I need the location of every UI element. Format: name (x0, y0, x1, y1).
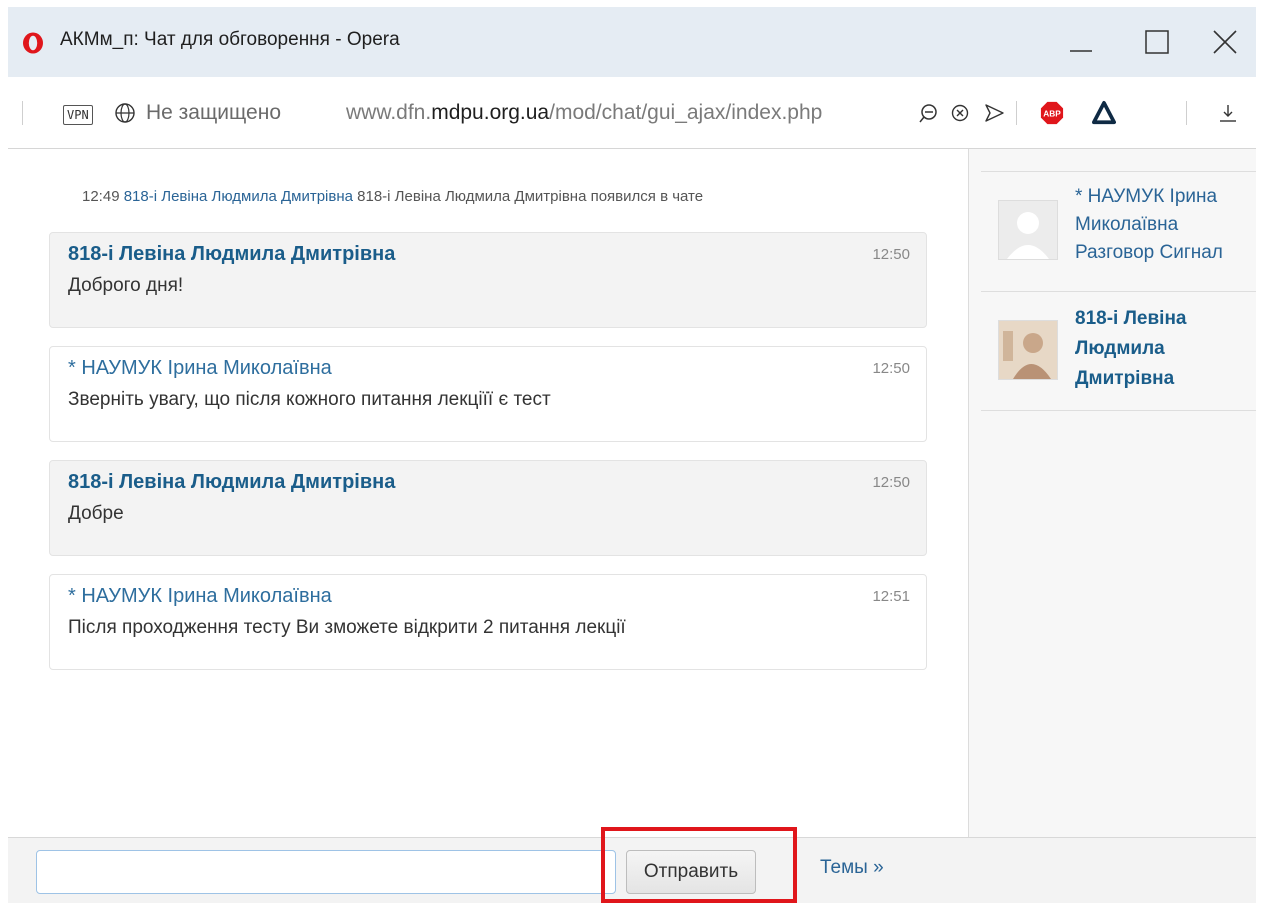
message-author[interactable]: * НАУМУК Ірина Миколаївна (68, 357, 332, 380)
user-list-item[interactable]: 818-і Левіна Людмила Дмитрівна (981, 291, 1256, 411)
adblock-plus-icon: ABP (1040, 101, 1064, 125)
user-photo-icon (999, 321, 1057, 379)
triangle-extension-icon (1092, 101, 1116, 125)
user-name-line[interactable]: 818-і Левіна (1075, 306, 1187, 332)
message-author[interactable]: 818-і Левіна Людмила Дмитрівна (68, 471, 395, 494)
user-list-item[interactable]: * НАУМУК Ірина Миколаївна Разговор Сигна… (981, 171, 1256, 291)
message-author[interactable]: 818-і Левіна Людмила Дмитрівна (68, 243, 395, 266)
chat-messages-pane[interactable]: 12:49 818-і Левіна Людмила Дмитрівна 818… (8, 149, 968, 837)
block-icon (951, 104, 969, 122)
user-name-line[interactable]: Дмитрівна (1075, 366, 1174, 392)
message-text: Доброго дня! (68, 275, 184, 296)
search-bubble-icon (919, 104, 937, 123)
chat-message: 818-і Левіна Людмила Дмитрівна 12:50 Доб… (49, 232, 927, 328)
user-name-line[interactable]: * НАУМУК Ірина (1075, 184, 1217, 210)
message-text: Після проходження тесту Ви зможете відкр… (68, 617, 626, 638)
url-path: /mod/chat/gui_ajax/index.php (549, 101, 823, 124)
security-status[interactable]: Не защищено (146, 101, 281, 125)
message-author[interactable]: * НАУМУК Ірина Миколаївна (68, 585, 332, 608)
adblock-plus-button[interactable]: ABP (1040, 101, 1064, 125)
downloads-button[interactable] (1216, 101, 1240, 125)
message-time: 12:50 (872, 246, 910, 263)
url-field[interactable]: www.dfn.mdpu.org.ua/mod/chat/gui_ajax/in… (346, 101, 892, 125)
send-arrow-icon (985, 104, 1004, 122)
user-avatar (998, 200, 1058, 260)
tracker-block-button[interactable] (948, 101, 972, 125)
minimize-button[interactable] (1060, 21, 1102, 63)
message-time: 12:50 (872, 360, 910, 377)
system-message-text: 818-і Левіна Людмила Дмитрівна появился … (357, 188, 704, 205)
search-bubble-button[interactable] (916, 101, 940, 125)
download-icon (1220, 105, 1236, 122)
send-to-flow-button[interactable] (982, 101, 1006, 125)
svg-text:ABP: ABP (1043, 109, 1061, 119)
globe-icon[interactable] (114, 102, 136, 124)
close-button[interactable] (1204, 21, 1246, 63)
highlight-annotation (601, 827, 797, 903)
message-time: 12:50 (872, 474, 910, 491)
default-avatar-icon (999, 201, 1057, 259)
system-message-user-link[interactable]: 818-і Левіна Людмила Дмитрівна (124, 188, 353, 205)
message-text: Добре (68, 503, 124, 524)
topics-link[interactable]: Темы » (820, 857, 884, 879)
message-input[interactable] (36, 850, 616, 894)
user-avatar (998, 320, 1058, 380)
chat-message: 818-і Левіна Людмила Дмитрівна 12:50 Доб… (49, 460, 927, 556)
message-time: 12:51 (872, 588, 910, 605)
minimize-icon (1070, 50, 1092, 52)
message-text: Зверніть увагу, що після кожного питання… (68, 389, 551, 410)
chat-message: * НАУМУК Ірина Миколаївна 12:51 Після пр… (49, 574, 927, 670)
window-title: АКМм_п: Чат для обговорення - Opera (60, 29, 400, 50)
toolbar-divider (1016, 101, 1017, 125)
extension-button[interactable] (1092, 101, 1116, 125)
user-status-line: Разговор Сигнал (1075, 242, 1223, 263)
page-content: 12:49 818-і Левіна Людмила Дмитрівна 818… (8, 149, 1256, 903)
close-icon (1213, 30, 1237, 54)
users-list-pane: * НАУМУК Ірина Миколаївна Разговор Сигна… (969, 149, 1256, 837)
toolbar-divider (1186, 101, 1187, 125)
user-name-line[interactable]: Миколаївна (1075, 212, 1178, 238)
system-message: 12:49 818-і Левіна Людмила Дмитрівна 818… (82, 188, 703, 205)
url-prefix: www.dfn. (346, 101, 432, 124)
maximize-icon (1145, 30, 1169, 54)
vpn-badge[interactable]: VPN (63, 105, 93, 125)
chat-message: * НАУМУК Ірина Миколаївна 12:50 Зверніть… (49, 346, 927, 442)
system-message-time: 12:49 (82, 188, 120, 205)
address-bar: VPN Не защищено www.dfn.mdpu.org.ua/mod/… (8, 77, 1256, 149)
maximize-button[interactable] (1136, 21, 1178, 63)
window-titlebar: АКМм_п: Чат для обговорення - Opera (8, 7, 1256, 77)
opera-logo-icon[interactable] (22, 32, 44, 54)
user-name-line[interactable]: Людмила (1075, 336, 1165, 362)
toolbar-divider (22, 101, 23, 125)
url-host: mdpu.org.ua (431, 101, 550, 124)
